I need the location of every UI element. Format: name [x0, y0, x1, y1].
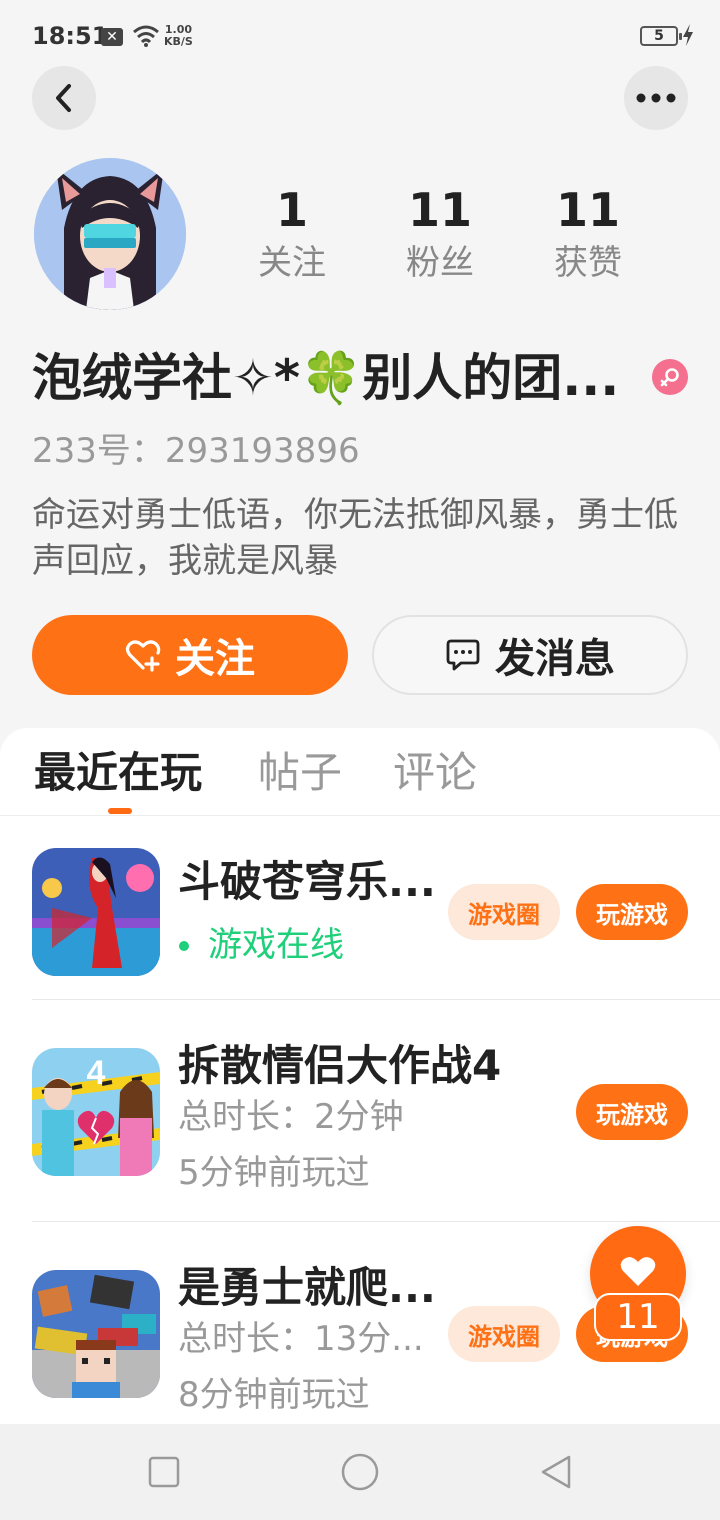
game-title: 斗破苍穹乐...: [178, 857, 436, 906]
message-button-label: 发消息: [495, 636, 615, 682]
user-id: 233号：293193896: [32, 431, 360, 471]
following-count: 1: [275, 183, 308, 237]
more-dots-icon: [636, 93, 676, 103]
message-button[interactable]: 发消息: [372, 615, 688, 695]
game-last-played: 8分钟前玩过: [178, 1375, 370, 1415]
stat-following[interactable]: 1 关注: [232, 182, 352, 288]
charging-bolt-icon: [683, 24, 693, 46]
follow-button-label: 关注: [175, 636, 255, 682]
battery-icon: 5: [640, 26, 682, 46]
game-icon-badge: 4: [87, 1054, 106, 1092]
avatar[interactable]: [34, 158, 186, 310]
system-back-button[interactable]: [536, 1452, 576, 1492]
network-speed-unit: KB/S: [164, 35, 193, 48]
game-last-played: 5分钟前玩过: [178, 1153, 370, 1193]
follow-button[interactable]: 关注: [32, 615, 348, 695]
home-button[interactable]: [340, 1452, 380, 1492]
game-duration: 总时长：2分钟: [178, 1097, 404, 1137]
game-row[interactable]: 斗破苍穹乐... 游戏在线 游戏圈 玩游戏: [0, 816, 720, 1000]
tab-posts[interactable]: 帖子: [258, 746, 342, 800]
game-status: 游戏在线: [208, 925, 344, 965]
square-icon: [148, 1456, 180, 1488]
tab-bar: 最近在玩 帖子 评论: [0, 728, 720, 816]
play-game-button[interactable]: 玩游戏: [576, 1084, 688, 1140]
play-game-button[interactable]: 玩游戏: [576, 884, 688, 940]
heart-plus-icon: [125, 640, 161, 672]
triangle-back-icon: [541, 1455, 571, 1489]
system-nav-bar: [0, 1424, 720, 1520]
stat-fans[interactable]: 11 粉丝: [380, 182, 500, 288]
wifi-icon: [133, 25, 159, 47]
online-dot: [179, 941, 189, 951]
game-title: 是勇士就爬...: [178, 1263, 436, 1312]
floating-like-count: 11: [594, 1293, 682, 1341]
game-duration: 总时长：13分...: [178, 1319, 424, 1359]
user-bio: 命运对勇士低语，你无法抵御风暴，勇士低声回应，我就是风暴: [32, 495, 678, 581]
heart-icon: [620, 1257, 656, 1286]
back-button[interactable]: [32, 66, 96, 130]
status-time: 18:51: [32, 22, 109, 50]
game-icon: 4: [32, 1048, 160, 1176]
notification-x-icon: ✕: [101, 28, 123, 46]
username: 泡绒学社✧*🍀别人的团...: [32, 349, 620, 407]
likes-count: 11: [555, 183, 620, 237]
more-button[interactable]: [624, 66, 688, 130]
stat-likes[interactable]: 11 获赞: [528, 182, 648, 288]
following-label: 关注: [258, 243, 326, 283]
status-bar: 18:51 ✕ 1.00 KB/S 5: [0, 0, 720, 72]
game-icon: [32, 848, 160, 976]
game-row[interactable]: 4 拆散情侣大作战4 总时长：2分钟 5分钟前玩过 玩游戏: [0, 1000, 720, 1222]
recent-apps-button[interactable]: [144, 1452, 184, 1492]
likes-label: 获赞: [554, 243, 622, 283]
chat-bubble-icon: [446, 639, 480, 671]
tab-recent-play[interactable]: 最近在玩: [34, 746, 202, 800]
game-circle-button[interactable]: 游戏圈: [448, 884, 560, 940]
game-circle-button[interactable]: 游戏圈: [448, 1306, 560, 1362]
game-icon: [32, 1270, 160, 1398]
back-arrow-icon: [56, 84, 71, 112]
network-speed: 1.00 KB/S: [164, 24, 193, 48]
fans-label: 粉丝: [406, 243, 474, 283]
fans-count: 11: [407, 183, 472, 237]
avatar-image: [34, 158, 186, 310]
game-title: 拆散情侣大作战4: [178, 1041, 502, 1090]
tab-indicator: [108, 808, 132, 814]
circle-icon: [341, 1453, 379, 1491]
female-icon: [652, 359, 688, 395]
tab-comments[interactable]: 评论: [393, 746, 477, 800]
